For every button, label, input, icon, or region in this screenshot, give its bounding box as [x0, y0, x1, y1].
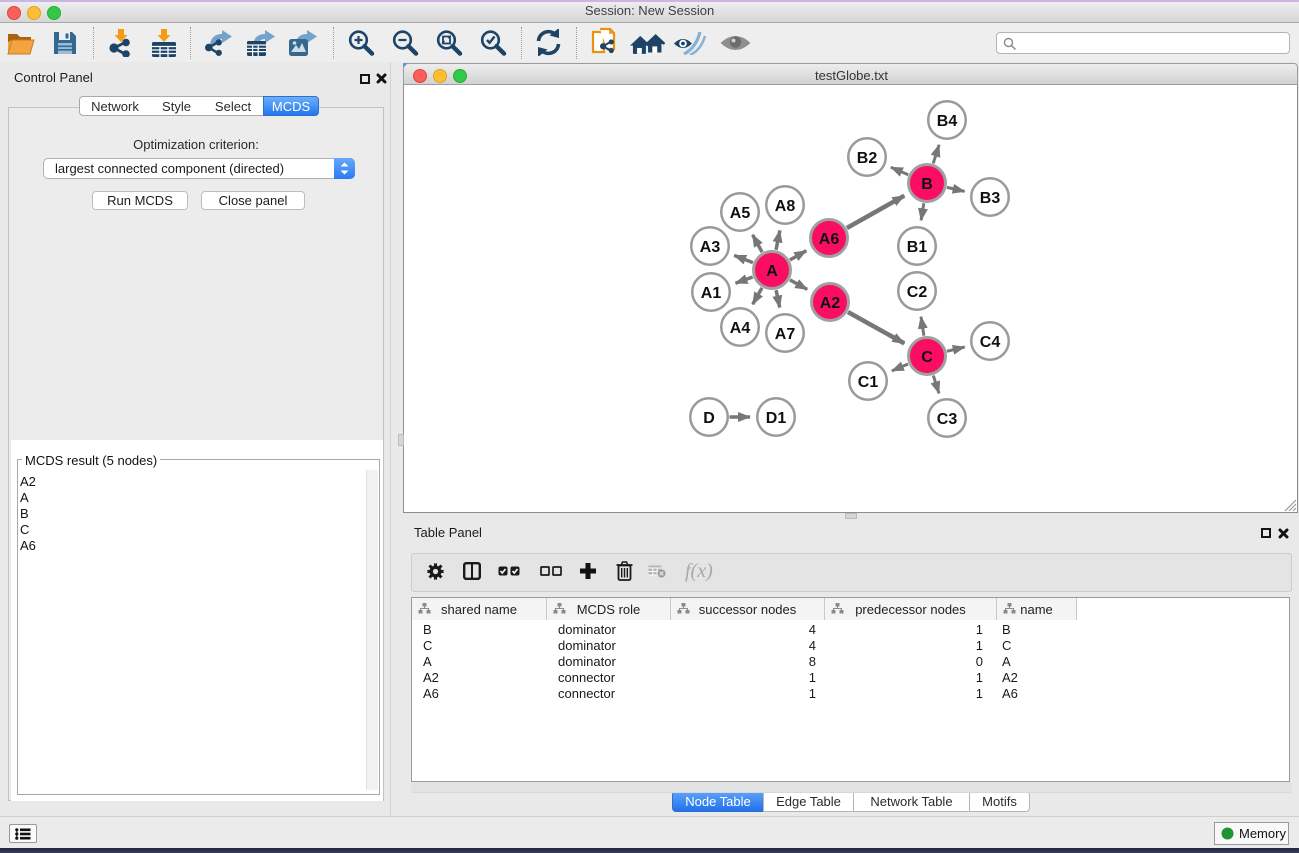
svg-text:B: B: [921, 176, 933, 193]
svg-text:B2: B2: [857, 150, 878, 167]
svg-text:B3: B3: [980, 190, 1001, 207]
svg-text:D1: D1: [766, 410, 787, 427]
svg-text:A1: A1: [701, 285, 722, 302]
svg-text:A5: A5: [730, 205, 751, 222]
svg-text:A8: A8: [775, 198, 796, 215]
svg-text:C1: C1: [858, 374, 879, 391]
svg-text:A7: A7: [775, 326, 796, 343]
svg-text:A6: A6: [819, 231, 840, 248]
svg-text:B1: B1: [907, 239, 928, 256]
svg-text:B4: B4: [937, 113, 958, 130]
svg-text:A3: A3: [700, 239, 721, 256]
svg-text:A2: A2: [820, 295, 841, 312]
svg-text:C3: C3: [937, 411, 958, 428]
svg-text:C2: C2: [907, 284, 928, 301]
svg-text:C4: C4: [980, 334, 1001, 351]
svg-text:D: D: [703, 410, 715, 427]
svg-text:C: C: [921, 349, 933, 366]
svg-text:A4: A4: [730, 320, 751, 337]
svg-text:A: A: [766, 263, 778, 280]
